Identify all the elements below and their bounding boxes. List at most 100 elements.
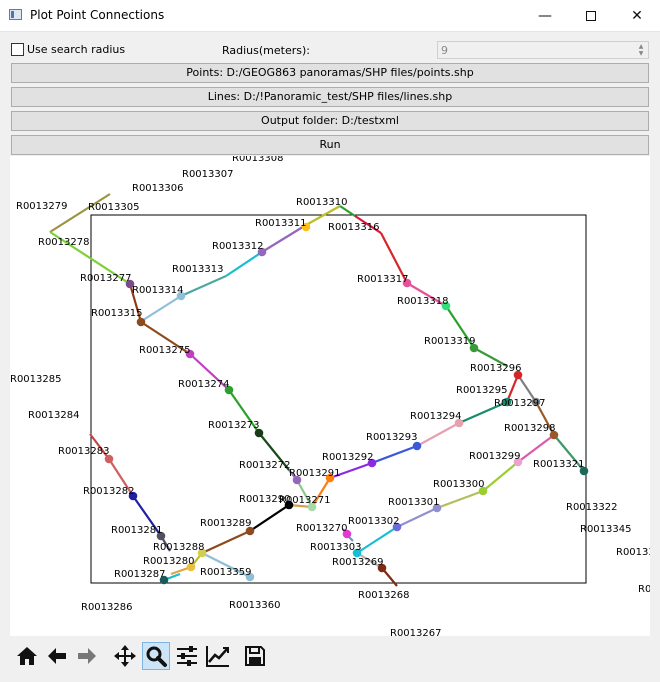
zoom-button[interactable] <box>142 642 170 670</box>
search-radius-row: Use search radius Radius(meters): 9 ▲ ▼ <box>0 38 660 62</box>
point-label: R0013308 <box>232 156 283 164</box>
connection-line <box>517 434 555 463</box>
app-icon <box>9 9 22 20</box>
point-label: R0013347 <box>638 584 650 595</box>
navigation-toolbar <box>10 637 650 673</box>
connection-line <box>371 444 418 465</box>
edit-axis-icon <box>206 646 229 667</box>
use-search-radius-label[interactable]: Use search radius <box>27 43 125 56</box>
point-label: R0013299 <box>469 451 520 462</box>
point-label: R0013346 <box>616 547 650 558</box>
window-title: Plot Point Connections <box>30 8 165 22</box>
connection-line <box>139 295 182 323</box>
point-label: R0013272 <box>239 460 290 471</box>
connection-line <box>482 461 519 492</box>
connection-line <box>201 530 251 554</box>
point-label: R0013319 <box>424 336 475 347</box>
spin-arrows[interactable]: ▲ ▼ <box>636 43 646 57</box>
point-label: R0013305 <box>88 202 139 213</box>
point-label: R0013298 <box>504 423 555 434</box>
point-label: R0013280 <box>143 556 194 567</box>
point-label: R0013296 <box>470 363 521 374</box>
point-label: R0013278 <box>38 237 89 248</box>
output-folder-button[interactable]: Output folder: D:/testxml <box>11 111 649 131</box>
spin-down-icon[interactable]: ▼ <box>636 50 646 57</box>
radius-spinbox[interactable]: 9 ▲ ▼ <box>437 41 649 59</box>
point-label: R0013312 <box>212 241 263 252</box>
plot-canvas[interactable]: R0013308 R0013307 R0013306 R0013279 R0013305… <box>10 156 650 636</box>
point-label: R0013306 <box>132 183 183 194</box>
point-label: R0013301 <box>388 497 439 508</box>
point-label: R0013284 <box>28 410 79 421</box>
point-label: R0013291 <box>289 468 340 479</box>
close-icon: ✕ <box>631 7 643 24</box>
point-label: R0013359 <box>200 567 251 578</box>
point-label: R0013345 <box>580 524 631 535</box>
configure-subplots-button[interactable] <box>173 642 201 670</box>
point-label: R0013268 <box>358 590 409 601</box>
connection-line <box>225 251 263 277</box>
connection-line <box>396 507 438 528</box>
point-label: R0013303 <box>310 542 361 553</box>
point-label: R0013288 <box>153 542 204 553</box>
forward-button[interactable] <box>73 642 101 670</box>
point-label: R0013322 <box>566 502 617 513</box>
point-label: R0013317 <box>357 274 408 285</box>
point-label: R0013269 <box>332 557 383 568</box>
pan-button[interactable] <box>111 642 139 670</box>
close-button[interactable]: ✕ <box>614 0 660 31</box>
point-label: R0013310 <box>296 197 347 208</box>
maximize-button[interactable] <box>568 0 614 31</box>
connection-line <box>249 504 290 532</box>
point-label: R0013293 <box>366 432 417 443</box>
point-label: R0013285 <box>10 374 61 385</box>
point-label: R0013294 <box>410 411 461 422</box>
point-label: R0013286 <box>81 602 132 613</box>
pan-icon <box>114 645 136 667</box>
configure-subplots-icon <box>177 646 197 666</box>
point-label: R0013295 <box>456 385 507 396</box>
run-button[interactable]: Run <box>11 135 649 155</box>
point-label: R0013314 <box>132 285 183 296</box>
point-label: R0013273 <box>208 420 259 431</box>
spin-up-icon[interactable]: ▲ <box>636 43 646 50</box>
point-label: R0013292 <box>322 452 373 463</box>
radius-value: 9 <box>441 44 448 57</box>
point-label: R0013302 <box>348 516 399 527</box>
point-label: R0013287 <box>114 569 165 580</box>
save-button[interactable] <box>241 642 269 670</box>
connection-line <box>416 422 460 447</box>
connection-line <box>49 193 111 233</box>
connection-line <box>180 274 227 298</box>
point-label: R0013277 <box>80 273 131 284</box>
connection-line <box>261 224 307 253</box>
back-button[interactable] <box>43 642 71 670</box>
plot-svg[interactable]: R0013308 R0013307 R0013306 R0013279 R0013305… <box>10 156 650 636</box>
point-label: R0013316 <box>328 222 379 233</box>
point-label: R0013279 <box>16 201 67 212</box>
save-icon <box>245 646 265 666</box>
point-label: R0013311 <box>255 218 306 229</box>
point-label: R0013321 <box>533 459 584 470</box>
point-label: R0013315 <box>91 308 142 319</box>
point-label: R0013318 <box>397 296 448 307</box>
lines-file-button[interactable]: Lines: D:/!Panoramic_test/SHP files/line… <box>11 87 649 107</box>
edit-axis-button[interactable] <box>204 642 232 670</box>
minimize-button[interactable]: — <box>522 0 568 31</box>
maximize-icon <box>586 10 596 21</box>
point-label: R0013360 <box>229 600 280 611</box>
connection-line <box>356 526 398 554</box>
point-label: R0013270 <box>296 523 347 534</box>
minimize-icon: — <box>538 7 552 24</box>
back-arrow-icon <box>48 648 66 664</box>
connection-line <box>436 489 484 510</box>
radius-label: Radius(meters): <box>222 44 310 57</box>
point-label: R0013300 <box>433 479 484 490</box>
point-label: R0013313 <box>172 264 223 275</box>
use-search-radius-checkbox[interactable] <box>11 43 24 56</box>
point-label: R0013271 <box>279 495 330 506</box>
home-button[interactable] <box>13 642 41 670</box>
points-file-button[interactable]: Points: D:/GEOG863 panoramas/SHP files/p… <box>11 63 649 83</box>
point-labels: R0013308 R0013307 R0013306 R0013279 R0013305… <box>10 156 650 636</box>
point-label: R0013267 <box>390 628 441 636</box>
